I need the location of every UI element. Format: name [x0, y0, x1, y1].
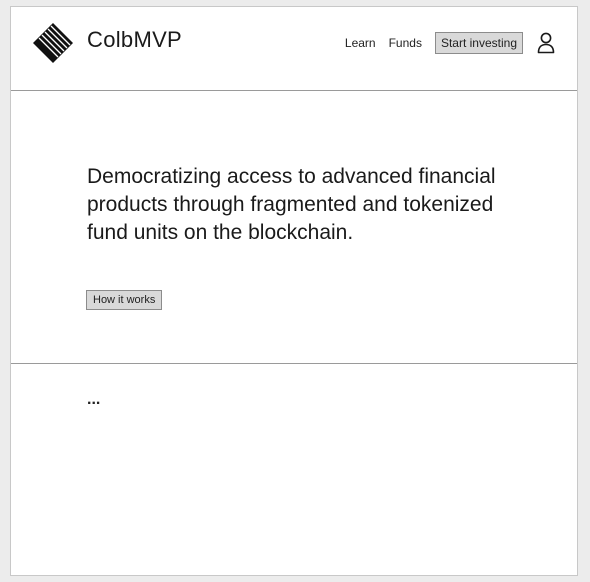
top-header: ColbMVP Learn Funds Start investing: [11, 7, 577, 91]
start-investing-button[interactable]: Start investing: [434, 32, 523, 54]
page-frame: ColbMVP Learn Funds Start investing Demo…: [10, 6, 578, 576]
nav-link-learn[interactable]: Learn: [345, 36, 376, 50]
main-nav: Learn Funds Start investing: [345, 29, 555, 57]
diamond-stripes-logo-icon[interactable]: [31, 21, 75, 65]
brand-name[interactable]: ColbMVP: [87, 27, 182, 53]
nav-link-funds[interactable]: Funds: [389, 36, 422, 50]
user-icon[interactable]: [537, 32, 555, 54]
content-placeholder: ...: [87, 391, 101, 408]
hero-section: Democratizing access to advanced financi…: [11, 91, 577, 364]
hero-headline: Democratizing access to advanced financi…: [87, 165, 496, 244]
how-it-works-button[interactable]: How it works: [86, 290, 163, 310]
